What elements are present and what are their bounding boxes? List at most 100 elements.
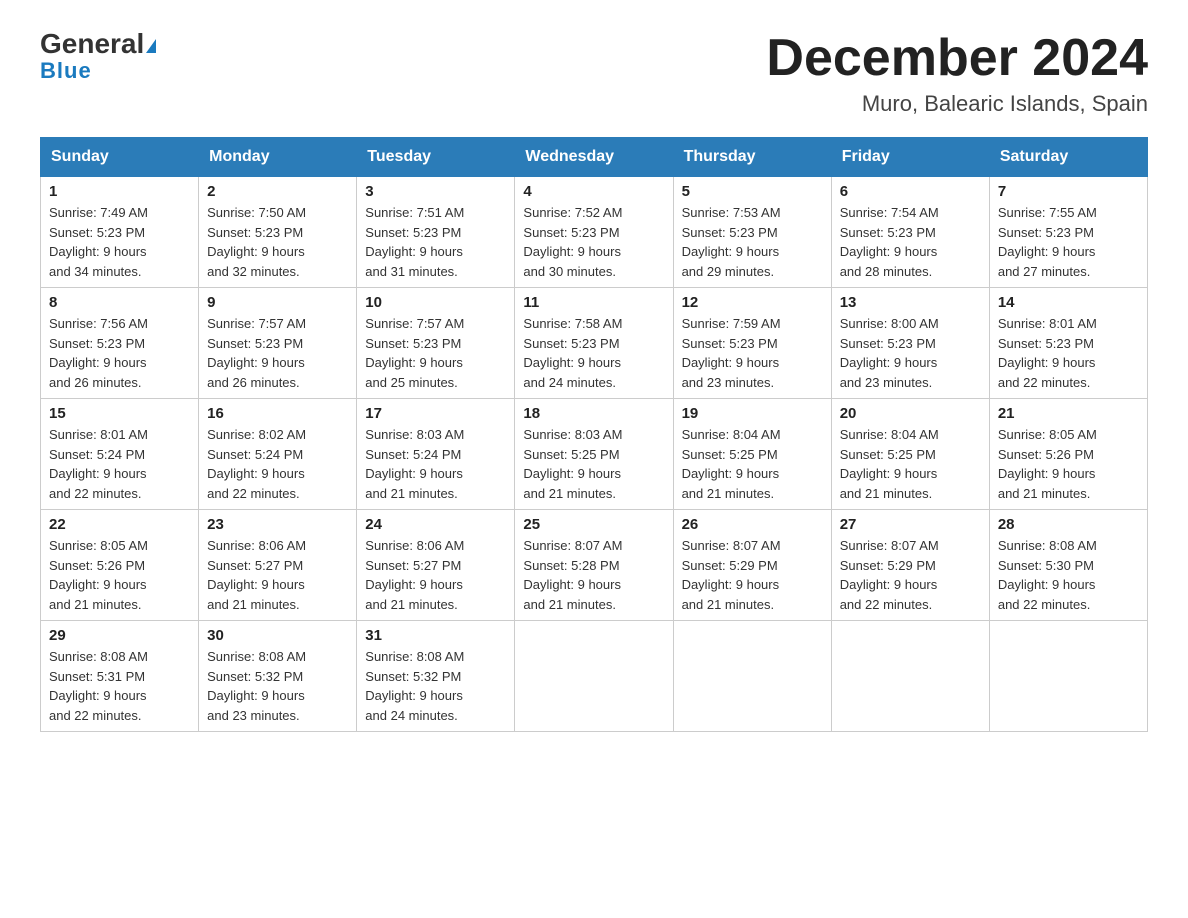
day-info: Sunrise: 8:04 AMSunset: 5:25 PMDaylight:… (840, 425, 981, 503)
calendar-cell: 11 Sunrise: 7:58 AMSunset: 5:23 PMDayligh… (515, 288, 673, 399)
calendar-cell: 13Sunrise: 8:00 AMSunset: 5:23 PMDayligh… (831, 288, 989, 399)
day-info: Sunrise: 8:05 AMSunset: 5:26 PMDaylight:… (49, 536, 190, 614)
calendar-cell: 16 Sunrise: 8:02 AMSunset: 5:24 PMDayligh… (199, 399, 357, 510)
weekday-header-wednesday: Wednesday (515, 138, 673, 177)
day-number: 6 (840, 183, 981, 200)
day-number: 28 (998, 516, 1139, 533)
day-number: 21 (998, 405, 1139, 422)
calendar-cell: 26 Sunrise: 8:07 AMSunset: 5:29 PMDayligh… (673, 510, 831, 621)
day-info: Sunrise: 8:08 AMSunset: 5:32 PMDaylight:… (207, 647, 348, 725)
calendar-cell: 17 Sunrise: 8:03 AMSunset: 5:24 PMDayligh… (357, 399, 515, 510)
calendar-cell: 31 Sunrise: 8:08 AMSunset: 5:32 PMDayligh… (357, 621, 515, 732)
day-number: 4 (523, 183, 664, 200)
day-number: 27 (840, 516, 981, 533)
day-number: 9 (207, 294, 348, 311)
day-number: 3 (365, 183, 506, 200)
day-number: 7 (998, 183, 1139, 200)
logo-blue: Blue (40, 58, 92, 84)
day-number: 22 (49, 516, 190, 533)
day-number: 8 (49, 294, 190, 311)
calendar-week-1: 1 Sunrise: 7:49 AMSunset: 5:23 PMDaylight… (41, 177, 1148, 288)
day-number: 20 (840, 405, 981, 422)
day-info: Sunrise: 8:03 AMSunset: 5:25 PMDaylight:… (523, 425, 664, 503)
day-info: Sunrise: 7:58 AMSunset: 5:23 PMDaylight:… (523, 314, 664, 392)
weekday-header-tuesday: Tuesday (357, 138, 515, 177)
day-number: 31 (365, 627, 506, 644)
day-info: Sunrise: 8:07 AMSunset: 5:29 PMDaylight:… (840, 536, 981, 614)
calendar-cell: 21 Sunrise: 8:05 AMSunset: 5:26 PMDayligh… (989, 399, 1147, 510)
calendar-week-3: 15 Sunrise: 8:01 AMSunset: 5:24 PMDayligh… (41, 399, 1148, 510)
calendar-cell (673, 621, 831, 732)
page-header: General Blue December 2024 Muro, Baleari… (40, 30, 1148, 117)
day-info: Sunrise: 7:57 AMSunset: 5:23 PMDaylight:… (207, 314, 348, 392)
calendar-cell: 19Sunrise: 8:04 AMSunset: 5:25 PMDayligh… (673, 399, 831, 510)
day-number: 17 (365, 405, 506, 422)
day-number: 24 (365, 516, 506, 533)
day-info: Sunrise: 7:57 AMSunset: 5:23 PMDaylight:… (365, 314, 506, 392)
calendar-cell: 30 Sunrise: 8:08 AMSunset: 5:32 PMDayligh… (199, 621, 357, 732)
weekday-header-sunday: Sunday (41, 138, 199, 177)
day-number: 26 (682, 516, 823, 533)
calendar-cell (831, 621, 989, 732)
calendar-cell: 7 Sunrise: 7:55 AMSunset: 5:23 PMDaylight… (989, 177, 1147, 288)
calendar-cell: 6 Sunrise: 7:54 AMSunset: 5:23 PMDaylight… (831, 177, 989, 288)
logo-triangle-icon (146, 39, 156, 53)
day-info: Sunrise: 7:54 AMSunset: 5:23 PMDaylight:… (840, 203, 981, 281)
day-info: Sunrise: 8:06 AMSunset: 5:27 PMDaylight:… (207, 536, 348, 614)
day-info: Sunrise: 7:49 AMSunset: 5:23 PMDaylight:… (49, 203, 190, 281)
day-info: Sunrise: 7:59 AMSunset: 5:23 PMDaylight:… (682, 314, 823, 392)
day-info: Sunrise: 8:07 AMSunset: 5:28 PMDaylight:… (523, 536, 664, 614)
day-number: 12 (682, 294, 823, 311)
logo: General Blue (40, 30, 156, 84)
calendar-cell: 9 Sunrise: 7:57 AMSunset: 5:23 PMDaylight… (199, 288, 357, 399)
day-number: 18 (523, 405, 664, 422)
day-info: Sunrise: 8:08 AMSunset: 5:32 PMDaylight:… (365, 647, 506, 725)
weekday-header-monday: Monday (199, 138, 357, 177)
day-info: Sunrise: 7:53 AMSunset: 5:23 PMDaylight:… (682, 203, 823, 281)
day-number: 11 (523, 294, 664, 311)
calendar-cell (515, 621, 673, 732)
calendar-cell: 23Sunrise: 8:06 AMSunset: 5:27 PMDayligh… (199, 510, 357, 621)
day-number: 30 (207, 627, 348, 644)
calendar-table: SundayMondayTuesdayWednesdayThursdayFrid… (40, 137, 1148, 732)
day-info: Sunrise: 8:07 AMSunset: 5:29 PMDaylight:… (682, 536, 823, 614)
day-info: Sunrise: 8:08 AMSunset: 5:31 PMDaylight:… (49, 647, 190, 725)
calendar-cell: 10Sunrise: 7:57 AMSunset: 5:23 PMDayligh… (357, 288, 515, 399)
day-info: Sunrise: 8:01 AMSunset: 5:24 PMDaylight:… (49, 425, 190, 503)
day-number: 2 (207, 183, 348, 200)
day-number: 5 (682, 183, 823, 200)
calendar-cell: 8Sunrise: 7:56 AMSunset: 5:23 PMDaylight… (41, 288, 199, 399)
day-number: 1 (49, 183, 190, 200)
title-section: December 2024 Muro, Balearic Islands, Sp… (766, 30, 1148, 117)
day-number: 19 (682, 405, 823, 422)
calendar-cell: 12 Sunrise: 7:59 AMSunset: 5:23 PMDayligh… (673, 288, 831, 399)
day-info: Sunrise: 7:51 AMSunset: 5:23 PMDaylight:… (365, 203, 506, 281)
calendar-week-5: 29 Sunrise: 8:08 AMSunset: 5:31 PMDayligh… (41, 621, 1148, 732)
calendar-cell: 20 Sunrise: 8:04 AMSunset: 5:25 PMDayligh… (831, 399, 989, 510)
day-info: Sunrise: 8:01 AMSunset: 5:23 PMDaylight:… (998, 314, 1139, 392)
calendar-cell: 1 Sunrise: 7:49 AMSunset: 5:23 PMDaylight… (41, 177, 199, 288)
day-info: Sunrise: 8:02 AMSunset: 5:24 PMDaylight:… (207, 425, 348, 503)
day-info: Sunrise: 8:08 AMSunset: 5:30 PMDaylight:… (998, 536, 1139, 614)
day-info: Sunrise: 7:55 AMSunset: 5:23 PMDaylight:… (998, 203, 1139, 281)
weekday-header-thursday: Thursday (673, 138, 831, 177)
month-title: December 2024 (766, 30, 1148, 87)
day-info: Sunrise: 7:50 AMSunset: 5:23 PMDaylight:… (207, 203, 348, 281)
calendar-cell: 14 Sunrise: 8:01 AMSunset: 5:23 PMDayligh… (989, 288, 1147, 399)
day-info: Sunrise: 8:06 AMSunset: 5:27 PMDaylight:… (365, 536, 506, 614)
weekday-header-friday: Friday (831, 138, 989, 177)
day-info: Sunrise: 8:05 AMSunset: 5:26 PMDaylight:… (998, 425, 1139, 503)
day-number: 16 (207, 405, 348, 422)
day-number: 29 (49, 627, 190, 644)
day-number: 15 (49, 405, 190, 422)
calendar-cell (989, 621, 1147, 732)
calendar-cell: 25Sunrise: 8:07 AMSunset: 5:28 PMDayligh… (515, 510, 673, 621)
day-info: Sunrise: 8:03 AMSunset: 5:24 PMDaylight:… (365, 425, 506, 503)
location: Muro, Balearic Islands, Spain (766, 91, 1148, 117)
calendar-cell: 18 Sunrise: 8:03 AMSunset: 5:25 PMDayligh… (515, 399, 673, 510)
calendar-cell: 15 Sunrise: 8:01 AMSunset: 5:24 PMDayligh… (41, 399, 199, 510)
day-number: 14 (998, 294, 1139, 311)
calendar-cell: 2 Sunrise: 7:50 AMSunset: 5:23 PMDaylight… (199, 177, 357, 288)
calendar-cell: 24 Sunrise: 8:06 AMSunset: 5:27 PMDayligh… (357, 510, 515, 621)
day-number: 13 (840, 294, 981, 311)
